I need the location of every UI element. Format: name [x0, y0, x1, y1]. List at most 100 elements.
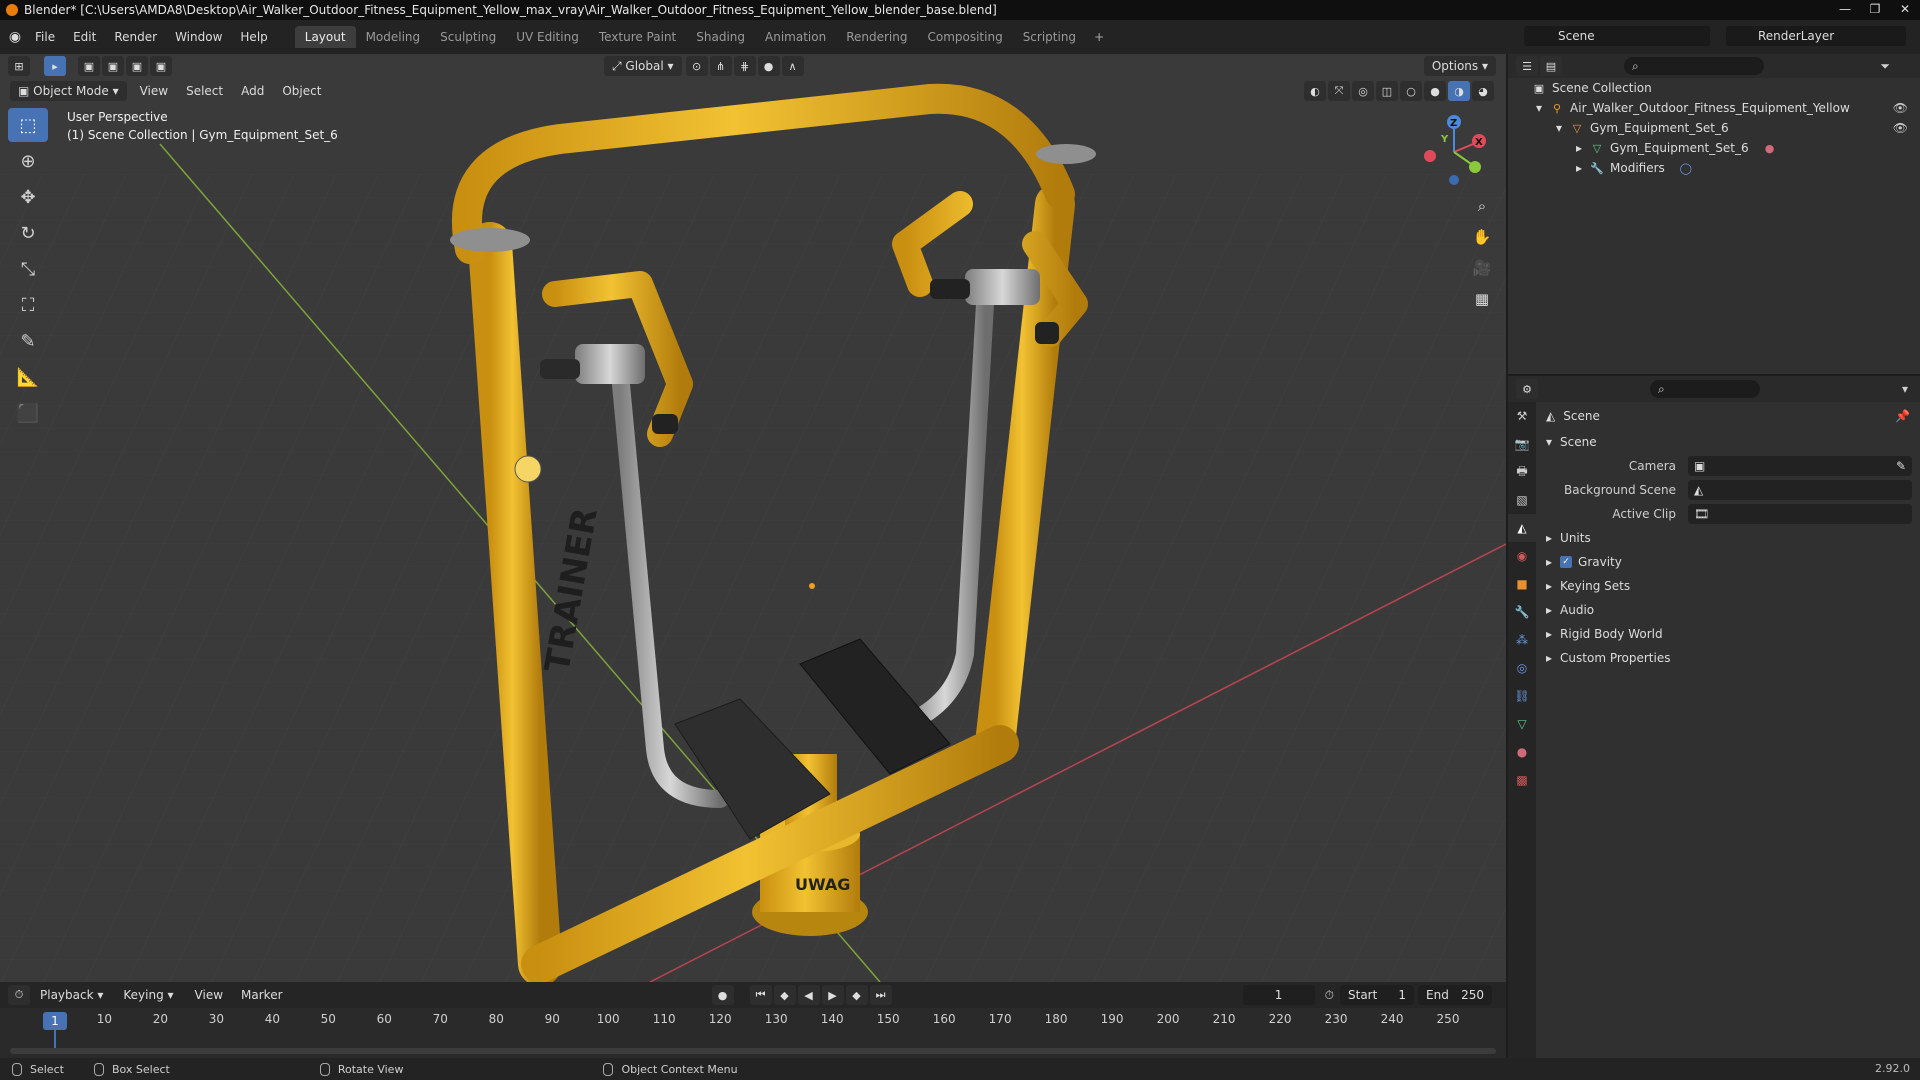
- timeline-marker-menu[interactable]: Marker: [232, 988, 291, 1002]
- gizmo-toggle-icon[interactable]: ⤧: [1328, 81, 1350, 101]
- select-extend-icon[interactable]: ▣: [102, 56, 124, 76]
- output-tab-icon[interactable]: 🖶: [1508, 458, 1536, 486]
- menu-edit[interactable]: Edit: [64, 30, 105, 44]
- tab-sculpting[interactable]: Sculpting: [430, 26, 506, 48]
- play-icon[interactable]: ▶: [821, 985, 844, 1005]
- rigid-body-panel-header[interactable]: ▸ Rigid Body World: [1536, 622, 1920, 646]
- prev-keyframe-icon[interactable]: ◆: [773, 985, 796, 1005]
- jump-end-icon[interactable]: ⏭: [869, 985, 892, 1005]
- particles-tab-icon[interactable]: ⁂: [1508, 626, 1536, 654]
- solid-shading-icon[interactable]: ●: [1424, 81, 1446, 101]
- pivot-icon[interactable]: ⊙: [685, 56, 708, 76]
- eye-icon[interactable]: 👁: [1893, 101, 1908, 115]
- outliner-root[interactable]: ▣ Scene Collection: [1508, 78, 1920, 98]
- pin-icon[interactable]: 📌: [1895, 409, 1910, 423]
- outliner-item[interactable]: ▸ 🔧 Modifiers ◯: [1508, 158, 1920, 178]
- start-frame-field[interactable]: Start 1: [1340, 985, 1414, 1005]
- render-layer-selector[interactable]: RenderLayer: [1726, 26, 1906, 46]
- tab-scripting[interactable]: Scripting: [1013, 26, 1086, 48]
- wireframe-shading-icon[interactable]: ○: [1400, 81, 1422, 101]
- modifier-tab-icon[interactable]: 🔧: [1508, 598, 1536, 626]
- outliner-item[interactable]: ▾ ▽ Gym_Equipment_Set_6 👁: [1508, 118, 1920, 138]
- rendered-shading-icon[interactable]: ◕: [1472, 81, 1494, 101]
- add-cube-tool-icon[interactable]: ⬛: [8, 396, 48, 430]
- gravity-checkbox[interactable]: ✓: [1560, 556, 1573, 568]
- play-reverse-icon[interactable]: ◀: [797, 985, 820, 1005]
- menu-file[interactable]: File: [26, 30, 64, 44]
- rotate-tool-icon[interactable]: ↻: [8, 216, 48, 250]
- texture-tab-icon[interactable]: ▩: [1508, 766, 1536, 794]
- tab-animation[interactable]: Animation: [755, 26, 836, 48]
- outliner-search-input[interactable]: ⌕: [1624, 57, 1764, 75]
- overlay-toggle-icon[interactable]: ◎: [1352, 81, 1374, 101]
- 3d-viewport[interactable]: UWAG TRAINER: [0, 54, 1506, 982]
- xray-icon[interactable]: ◫: [1376, 81, 1398, 101]
- chevron-down-icon[interactable]: ▾: [1902, 382, 1908, 396]
- options-dropdown[interactable]: Options ▾: [1423, 56, 1496, 76]
- tab-compositing[interactable]: Compositing: [917, 26, 1012, 48]
- menu-view[interactable]: View: [131, 84, 177, 98]
- material-shading-icon[interactable]: ◑: [1448, 81, 1470, 101]
- keying-sets-panel-header[interactable]: ▸ Keying Sets: [1536, 574, 1920, 598]
- tab-layout[interactable]: Layout: [294, 26, 356, 48]
- timeline-view-menu[interactable]: View: [186, 988, 232, 1002]
- current-frame-field[interactable]: 1: [1242, 985, 1315, 1005]
- cursor-tool-icon[interactable]: ⊕: [8, 144, 48, 178]
- measure-tool-icon[interactable]: 📐: [8, 360, 48, 394]
- keying-dropdown[interactable]: Keying ▾: [115, 985, 181, 1005]
- move-tool-icon[interactable]: ✥: [8, 180, 48, 214]
- transform-tool-icon[interactable]: ⛶: [8, 288, 48, 322]
- units-panel-header[interactable]: ▸ Units: [1536, 526, 1920, 550]
- playback-dropdown[interactable]: Playback ▾: [32, 985, 111, 1005]
- select-box-tool-icon[interactable]: ⬚: [8, 108, 48, 142]
- current-frame-indicator[interactable]: 1: [43, 1012, 67, 1030]
- view-layer-tab-icon[interactable]: ▧: [1508, 486, 1536, 514]
- display-mode-icon[interactable]: ▤: [1540, 56, 1562, 76]
- custom-properties-panel-header[interactable]: ▸ Custom Properties: [1536, 646, 1920, 670]
- audio-panel-header[interactable]: ▸ Audio: [1536, 598, 1920, 622]
- blender-menu-icon[interactable]: ◉: [4, 26, 26, 48]
- scene-selector[interactable]: Scene: [1524, 26, 1710, 46]
- outliner-item[interactable]: ▸ ▽ Gym_Equipment_Set_6 ●: [1508, 138, 1920, 158]
- outliner-item[interactable]: ▾ ⚲ Air_Walker_Outdoor_Fitness_Equipment…: [1508, 98, 1920, 118]
- close-icon[interactable]: ✕: [1890, 0, 1920, 20]
- snap-target-icon[interactable]: ⋕: [733, 56, 756, 76]
- next-keyframe-icon[interactable]: ◆: [845, 985, 868, 1005]
- outliner-editor-icon[interactable]: ☰: [1516, 56, 1538, 76]
- background-scene-field[interactable]: ◭: [1688, 480, 1912, 500]
- tab-shading[interactable]: Shading: [686, 26, 755, 48]
- end-frame-field[interactable]: End 250: [1418, 985, 1492, 1005]
- snap-icon[interactable]: ⋔: [709, 56, 732, 76]
- visibility-icon[interactable]: ◐: [1304, 81, 1326, 101]
- timeline-scrollbar[interactable]: [10, 1048, 1496, 1054]
- minimize-icon[interactable]: —: [1830, 0, 1860, 20]
- constraints-tab-icon[interactable]: ⛓: [1508, 682, 1536, 710]
- camera-view-icon[interactable]: 🎥: [1468, 254, 1496, 282]
- menu-window[interactable]: Window: [166, 30, 231, 44]
- falloff-icon[interactable]: ∧: [781, 56, 804, 76]
- zoom-icon[interactable]: ⌕: [1468, 192, 1496, 220]
- scale-tool-icon[interactable]: ⤡: [8, 252, 48, 286]
- object-mode-dropdown[interactable]: ▣ Object Mode ▾: [10, 81, 127, 101]
- render-tab-icon[interactable]: 📷: [1508, 430, 1536, 458]
- object-tab-icon[interactable]: ■: [1508, 570, 1536, 598]
- tab-texture-paint[interactable]: Texture Paint: [589, 26, 686, 48]
- menu-help[interactable]: Help: [231, 30, 276, 44]
- timeline-ruler[interactable]: 10 20 30 40 50 60 70 80 90 100 110 120 130 140 150 160 1…: [0, 1008, 1506, 1032]
- perspective-grid-icon[interactable]: ▦: [1468, 285, 1496, 313]
- select-subtract-icon[interactable]: ▣: [126, 56, 148, 76]
- pan-hand-icon[interactable]: ✋: [1468, 223, 1496, 251]
- filter-icon[interactable]: ⏷: [1880, 59, 1890, 74]
- menu-object[interactable]: Object: [273, 84, 330, 98]
- select-intersect-icon[interactable]: ▣: [150, 56, 172, 76]
- material-tab-icon[interactable]: ●: [1508, 738, 1536, 766]
- tab-uv-editing[interactable]: UV Editing: [506, 26, 589, 48]
- world-tab-icon[interactable]: ◉: [1508, 542, 1536, 570]
- physics-tab-icon[interactable]: ◎: [1508, 654, 1536, 682]
- menu-add[interactable]: Add: [232, 84, 273, 98]
- properties-editor-icon[interactable]: ⚙: [1516, 379, 1538, 399]
- tab-rendering[interactable]: Rendering: [836, 26, 917, 48]
- proportional-edit-icon[interactable]: ●: [757, 56, 780, 76]
- camera-field[interactable]: ▣ ✎: [1688, 456, 1912, 476]
- jump-start-icon[interactable]: ⏮: [749, 985, 772, 1005]
